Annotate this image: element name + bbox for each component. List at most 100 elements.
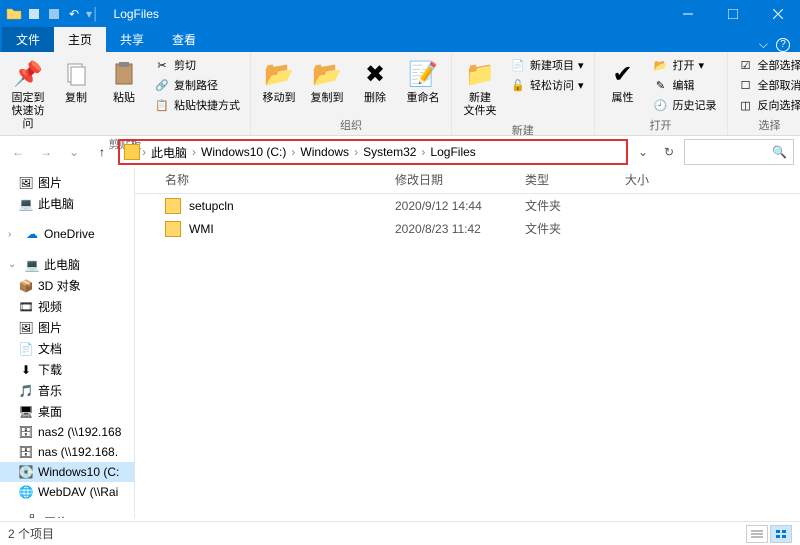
selectall-button[interactable]: ☑全部选择 [734,56,800,74]
qat-item-icon[interactable] [26,6,42,22]
tab-home[interactable]: 主页 [54,27,106,52]
collapse-icon[interactable]: ⌄ [8,259,20,270]
chevron-right-icon[interactable]: › [192,145,196,159]
nav-item-nas[interactable]: 🗄nas (\\192.168. [0,442,134,462]
ribbon-collapse-icon[interactable]: ⌵ [759,37,768,52]
network-drive-icon: 🗄 [18,444,34,460]
window-title: LogFiles [106,7,665,21]
nav-item-thispc-root[interactable]: ⌄💻此电脑 [0,254,134,275]
file-row[interactable]: setupcln 2020/9/12 14:44 文件夹 [135,194,800,217]
group-label: 选择 [734,115,800,133]
path-icon: 🔗 [154,77,170,93]
chevron-right-icon[interactable]: › [142,145,146,159]
properties-button[interactable]: ✔属性 [601,56,645,107]
nav-up-button[interactable]: ↑ [90,140,114,164]
close-button[interactable] [755,0,800,28]
nav-item-desktop[interactable]: 🖥桌面 [0,401,134,422]
easyaccess-button[interactable]: 🔓轻松访问▾ [506,76,588,94]
item-count: 2 个项目 [8,525,54,542]
nav-item-webdav[interactable]: 🌐WebDAV (\\Rai [0,482,134,502]
newfolder-button[interactable]: 📁新建 文件夹 [458,56,502,120]
crumb[interactable]: Windows [297,145,352,159]
history-button[interactable]: 🕘历史记录 [649,96,721,114]
expand-icon[interactable]: › [8,229,20,240]
nav-item-pictures2[interactable]: 🖼图片 [0,317,134,338]
pictures-icon: 🖼 [18,175,34,191]
folder-icon [6,6,22,22]
music-icon: 🎵 [18,383,34,399]
view-icons-button[interactable] [770,525,792,543]
easyaccess-icon: 🔓 [510,77,526,93]
nav-item-music[interactable]: 🎵音乐 [0,380,134,401]
open-button[interactable]: 📂打开▾ [649,56,721,74]
invert-button[interactable]: ◫反向选择 [734,96,800,114]
nav-item-network[interactable]: ›🖧网络 [0,512,134,518]
view-details-button[interactable] [746,525,768,543]
chevron-down-icon: ▾ [578,59,584,72]
expand-icon[interactable]: › [8,517,20,518]
nav-item-downloads[interactable]: ⬇下载 [0,359,134,380]
qat-undo-icon[interactable]: ↶ [66,6,82,22]
refresh-button[interactable]: ↻ [658,141,680,163]
selectnone-button[interactable]: ☐全部取消 [734,76,800,94]
webdav-icon: 🌐 [18,484,34,500]
navigation-pane[interactable]: 🖼图片 💻此电脑 ›☁OneDrive ⌄💻此电脑 📦3D 对象 🎞视频 🖼图片… [0,168,135,518]
ribbon-panel: 📌 固定到 快速访问 复制 粘贴 ✂剪切 🔗复制路径 📋粘贴快捷方式 剪贴板 📂… [0,52,800,136]
nav-item-onedrive[interactable]: ›☁OneDrive [0,224,134,244]
col-type[interactable]: 类型 [525,171,625,188]
moveto-button[interactable]: 📂移动到 [257,56,301,107]
col-name[interactable]: 名称 [165,171,395,188]
copy-button[interactable]: 复制 [54,56,98,107]
copypath-button[interactable]: 🔗复制路径 [150,76,244,94]
col-size[interactable]: 大小 [625,171,705,188]
folder-icon [124,144,140,160]
chevron-right-icon[interactable]: › [354,145,358,159]
nav-back-button[interactable]: ← [6,140,30,164]
copyto-button[interactable]: 📂复制到 [305,56,349,107]
nav-item-documents[interactable]: 📄文档 [0,338,134,359]
ribbon-help-icon[interactable]: ? [776,38,790,52]
crumb[interactable]: 此电脑 [148,144,190,161]
crumb[interactable]: Windows10 (C:) [198,145,289,159]
rename-button[interactable]: 📝重命名 [401,56,445,107]
crumb[interactable]: System32 [360,145,419,159]
file-row[interactable]: WMI 2020/8/23 11:42 文件夹 [135,217,800,240]
chevron-down-icon: ▾ [578,79,584,92]
nav-recent-button[interactable]: ⌄ [62,140,86,164]
cut-button[interactable]: ✂剪切 [150,56,244,74]
minimize-button[interactable] [665,0,710,28]
address-dropdown-button[interactable]: ⌄ [632,141,654,163]
breadcrumb[interactable]: › 此电脑 › Windows10 (C:) › Windows › Syste… [118,139,628,165]
pc-icon: 💻 [24,257,40,273]
col-date[interactable]: 修改日期 [395,171,525,188]
history-icon: 🕘 [653,97,669,113]
nav-forward-button[interactable]: → [34,140,58,164]
column-headers: 名称 修改日期 类型 大小 [135,168,800,194]
nav-item-3dobjects[interactable]: 📦3D 对象 [0,275,134,296]
tab-share[interactable]: 共享 [106,27,158,52]
nav-item-nas2[interactable]: 🗄nas2 (\\192.168 [0,422,134,442]
chevron-right-icon[interactable]: › [421,145,425,159]
nav-item-thispc[interactable]: 💻此电脑 [0,193,134,214]
crumb[interactable]: LogFiles [427,145,478,159]
delete-button[interactable]: ✖删除 [353,56,397,107]
nav-item-videos[interactable]: 🎞视频 [0,296,134,317]
nav-item-pictures[interactable]: 🖼图片 [0,172,134,193]
file-list[interactable]: setupcln 2020/9/12 14:44 文件夹 WMI 2020/8/… [135,194,800,518]
tab-file[interactable]: 文件 [2,27,54,52]
edit-button[interactable]: ✎编辑 [649,76,721,94]
pin-button[interactable]: 📌 固定到 快速访问 [6,56,50,134]
tab-view[interactable]: 查看 [158,27,210,52]
search-input[interactable]: 🔍 [684,139,794,165]
edit-icon: ✎ [653,77,669,93]
newitem-button[interactable]: 📄新建项目▾ [506,56,588,74]
newfolder-icon: 📁 [464,58,496,90]
docs-icon: 📄 [18,341,34,357]
qat-item-icon[interactable] [46,6,62,22]
file-list-area: 名称 修改日期 类型 大小 setupcln 2020/9/12 14:44 文… [135,168,800,518]
chevron-right-icon[interactable]: › [291,145,295,159]
paste-button[interactable]: 粘贴 [102,56,146,107]
nav-item-windows10[interactable]: 💽Windows10 (C: [0,462,134,482]
pasteshortcut-button[interactable]: 📋粘贴快捷方式 [150,96,244,114]
maximize-button[interactable] [710,0,755,28]
